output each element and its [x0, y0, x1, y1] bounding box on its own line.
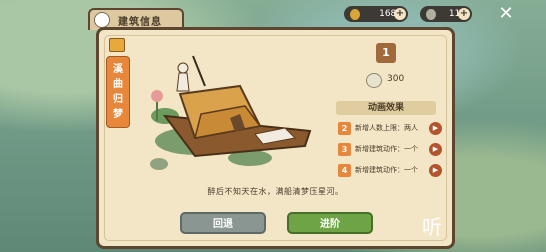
- boat-illustration: [151, 55, 312, 166]
- effect-text: 新增建筑动作：一个: [355, 166, 418, 174]
- building-name: 溪曲归梦: [113, 64, 123, 120]
- add-copper-icon[interactable]: +: [458, 8, 470, 20]
- add-gold-icon[interactable]: +: [394, 8, 406, 20]
- copper-resource[interactable]: 114 +: [420, 6, 472, 22]
- effect-item: 4 新增建筑动作：一个 ▶: [338, 163, 444, 179]
- upgrade-button[interactable]: 进阶: [287, 212, 373, 234]
- window-title: 建筑信息: [118, 16, 162, 28]
- effect-text: 新增人数上限：两人: [355, 124, 418, 132]
- listen-icon[interactable]: 听: [418, 214, 446, 240]
- animation-effects-title: 动画效果: [336, 101, 436, 115]
- cost-currency-icon: [366, 73, 382, 88]
- lily-pad-decor: [150, 158, 168, 170]
- play-icon[interactable]: ▶: [429, 122, 442, 135]
- level-badge: 1: [376, 43, 396, 63]
- effect-level-badge: 2: [338, 122, 351, 135]
- upgrade-cost: 300: [387, 74, 405, 84]
- top-resource-bar: 1686 + 114 + ✕: [0, 4, 546, 24]
- effect-item: 3 新增建筑动作：一个 ▶: [338, 142, 444, 158]
- effect-level-badge: 4: [338, 164, 351, 177]
- play-icon[interactable]: ▶: [429, 143, 442, 156]
- copper-coin-icon: [426, 8, 436, 20]
- effect-level-badge: 3: [338, 143, 351, 156]
- building-name-tag: 溪曲归梦: [106, 56, 130, 128]
- gold-resource[interactable]: 1686 +: [344, 6, 408, 22]
- close-icon[interactable]: ✕: [498, 5, 514, 23]
- building-description: 醉后不知天在水，满船清梦压星河。: [207, 187, 344, 196]
- book-icon[interactable]: [109, 38, 125, 52]
- gold-coin-icon: [350, 8, 361, 20]
- effect-text: 新增建筑动作：一个: [355, 145, 418, 153]
- mascot-icon: [94, 12, 110, 28]
- effect-item: 2 新增人数上限：两人 ▶: [338, 121, 444, 137]
- play-icon[interactable]: ▶: [429, 164, 442, 177]
- back-button[interactable]: 回退: [180, 212, 266, 234]
